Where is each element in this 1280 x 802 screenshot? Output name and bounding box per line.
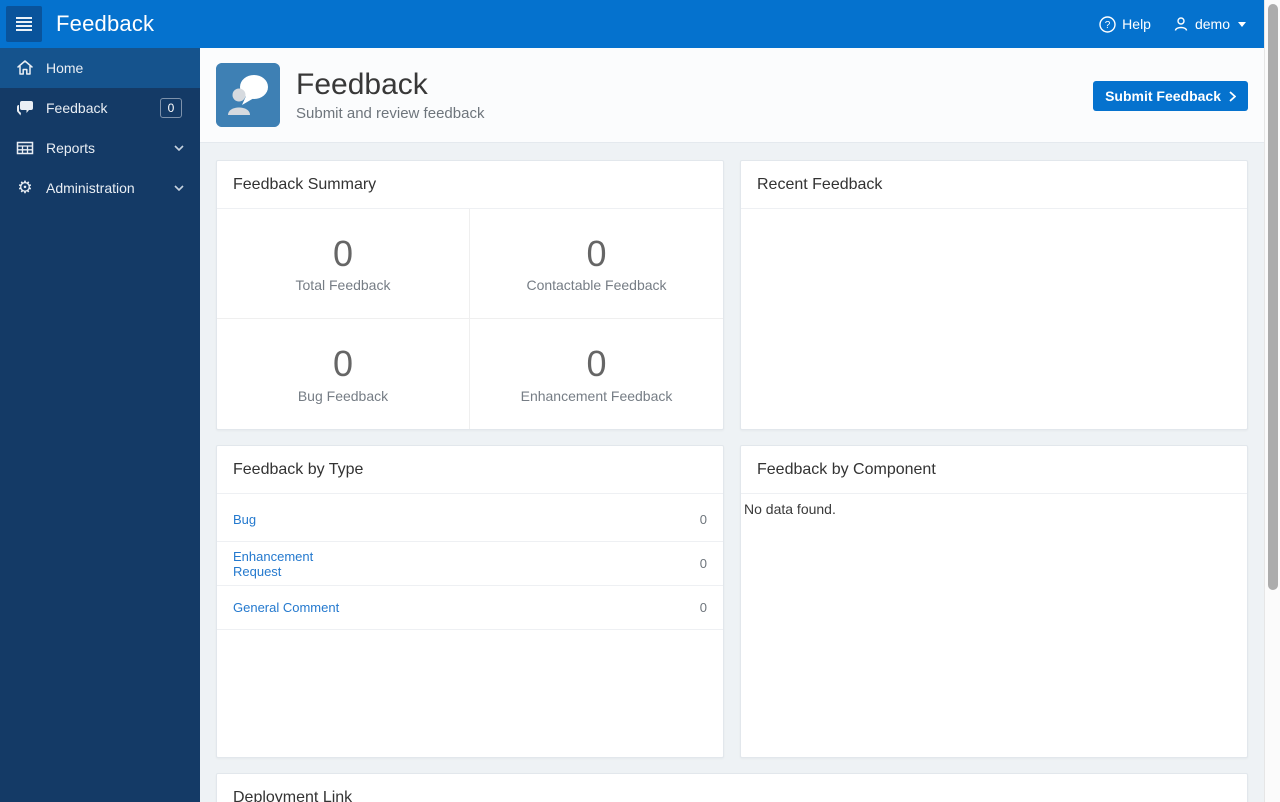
type-value: 0 — [699, 512, 707, 527]
help-link[interactable]: ? Help — [1099, 15, 1151, 33]
user-icon — [1174, 17, 1188, 31]
caret-down-icon — [1238, 21, 1246, 27]
page-subtitle: Submit and review feedback — [296, 105, 485, 123]
feedback-by-type-card: Feedback by Type Bug 0 Enhancement Reque… — [216, 445, 724, 758]
stat-value: 0 — [332, 232, 354, 274]
scrollbar-thumb[interactable] — [1268, 4, 1278, 590]
page-header: Feedback Submit and review feedback Subm… — [200, 48, 1264, 143]
card-title: Feedback Summary — [217, 161, 723, 209]
stat-value: 0 — [586, 232, 607, 274]
dashboard-body: Feedback Summary 0 Total Feedback 0 Cont… — [200, 143, 1264, 802]
no-data-message: No data found. — [744, 501, 836, 517]
stat-total-feedback: 0 Total Feedback — [217, 209, 470, 319]
app-title: Feedback — [56, 11, 155, 36]
type-link[interactable]: Bug — [233, 512, 361, 527]
report-grid-icon — [16, 139, 34, 157]
type-value: 0 — [699, 600, 707, 615]
stat-value: 0 — [332, 343, 354, 385]
submit-feedback-button[interactable]: Submit Feedback — [1093, 81, 1248, 111]
user-menu[interactable]: demo — [1173, 16, 1246, 32]
card-title: Feedback by Type — [217, 446, 723, 494]
type-row-bug: Bug 0 — [217, 498, 723, 542]
type-link[interactable]: Enhancement Request — [233, 549, 361, 579]
card-title: Feedback by Component — [741, 446, 1247, 494]
stat-enhancement-feedback: 0 Enhancement Feedback — [470, 319, 723, 429]
page-title: Feedback — [296, 67, 428, 101]
main-content: Feedback Submit and review feedback Subm… — [200, 48, 1264, 802]
type-row-enhancement-request: Enhancement Request 0 — [217, 542, 723, 586]
card-title: Recent Feedback — [741, 161, 1247, 209]
svg-text:?: ? — [1105, 20, 1111, 31]
type-link[interactable]: General Comment — [233, 600, 361, 615]
user-label: demo — [1194, 16, 1230, 32]
stat-label: Contactable Feedback — [526, 277, 667, 294]
hamburger-icon — [16, 17, 32, 19]
feedback-count-badge: 0 — [160, 98, 182, 118]
type-row-general-comment: General Comment 0 — [217, 586, 723, 630]
stat-bug-feedback: 0 Bug Feedback — [217, 319, 470, 429]
home-icon — [16, 59, 34, 77]
sidebar-item-feedback[interactable]: Feedback 0 — [0, 88, 200, 128]
feedback-app-icon — [216, 63, 280, 127]
stat-label: Enhancement Feedback — [520, 387, 673, 404]
stat-value: 0 — [586, 343, 607, 385]
help-icon: ? — [1099, 15, 1116, 33]
chevron-right-icon — [1229, 90, 1236, 102]
feedback-by-component-card: Feedback by Component No data found. — [740, 445, 1248, 758]
type-value: 0 — [699, 556, 707, 571]
sidebar-item-home[interactable]: Home — [0, 48, 200, 88]
chevron-down-icon — [174, 145, 184, 151]
card-title: Deployment Link — [217, 774, 1247, 802]
stat-contactable-feedback: 0 Contactable Feedback — [470, 209, 723, 319]
sidebar-item-label: Feedback — [46, 100, 108, 116]
stat-label: Bug Feedback — [297, 387, 389, 404]
sidebar-item-label: Home — [46, 60, 84, 76]
vertical-scrollbar[interactable] — [1264, 0, 1280, 802]
comments-icon — [16, 99, 34, 117]
app-bar: Feedback ? Help demo — [0, 0, 1264, 48]
stat-label: Total Feedback — [295, 277, 391, 294]
feedback-summary-card: Feedback Summary 0 Total Feedback 0 Cont… — [216, 160, 724, 430]
sidebar-item-label: Reports — [46, 140, 96, 156]
gear-icon: ⚙ — [17, 177, 33, 198]
sidebar: Home Feedback 0 Reports ⚙ Administration — [0, 48, 200, 802]
nav-menu-toggle-button[interactable] — [6, 6, 42, 42]
chevron-down-icon — [174, 185, 184, 191]
sidebar-item-label: Administration — [46, 180, 135, 196]
sidebar-item-administration[interactable]: ⚙ Administration — [0, 168, 200, 208]
sidebar-item-reports[interactable]: Reports — [0, 128, 200, 168]
recent-feedback-card: Recent Feedback — [740, 160, 1248, 430]
deployment-link-card: Deployment Link — [216, 773, 1248, 802]
help-label: Help — [1122, 16, 1151, 32]
